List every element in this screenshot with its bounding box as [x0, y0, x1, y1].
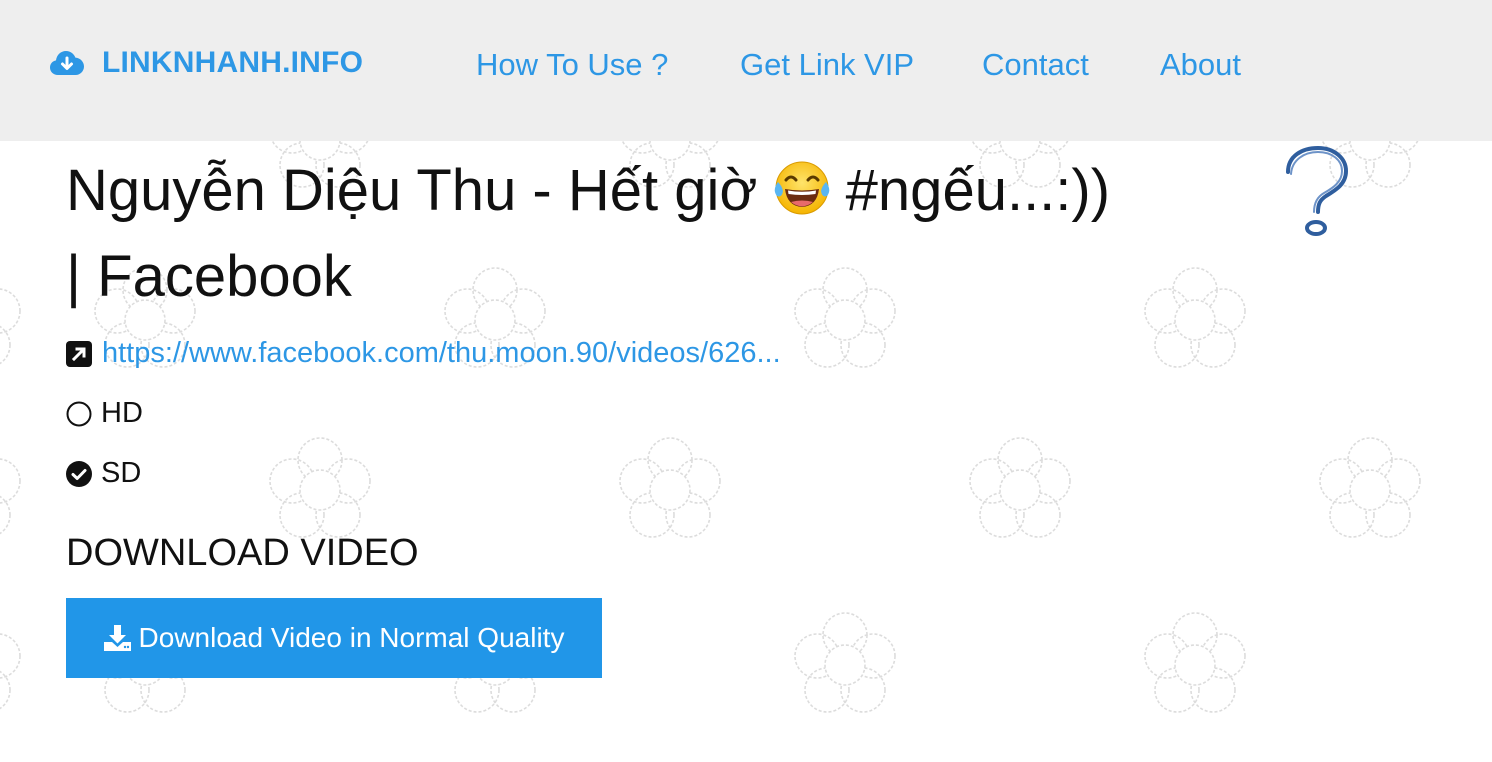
- brand-link[interactable]: LINKNHANH.INFO: [50, 46, 363, 80]
- brand-name: LINKNHANH.INFO: [102, 46, 364, 79]
- nav-get-link-vip[interactable]: Get Link VIP: [740, 47, 914, 83]
- check-circle-icon: [66, 460, 92, 487]
- external-link-icon: [66, 340, 92, 367]
- download-icon: [103, 625, 131, 651]
- download-button-label: Download Video in Normal Quality: [138, 622, 565, 653]
- video-url-row: https://www.facebook.com/thu.moon.90/vid…: [66, 337, 781, 370]
- video-title-part2: #ngếu...:)): [845, 158, 1111, 223]
- nav-about[interactable]: About: [1160, 47, 1241, 83]
- quality-option-hd[interactable]: HD: [66, 397, 143, 430]
- quality-option-sd[interactable]: SD: [66, 457, 141, 490]
- video-title-line2: | Facebook: [66, 244, 352, 309]
- video-url-link[interactable]: https://www.facebook.com/thu.moon.90/vid…: [102, 337, 781, 370]
- cloud-download-icon: [50, 51, 84, 75]
- download-section-title: DOWNLOAD VIDEO: [66, 532, 419, 574]
- download-normal-quality-button[interactable]: Download Video in Normal Quality: [66, 598, 602, 678]
- quality-label-sd: SD: [101, 457, 142, 489]
- quality-label-hd: HD: [101, 397, 143, 429]
- top-navbar: LINKNHANH.INFO How To Use ? Get Link VIP…: [0, 0, 1492, 141]
- page: LINKNHANH.INFO How To Use ? Get Link VIP…: [0, 0, 1492, 762]
- radio-unchecked-icon: [66, 401, 92, 426]
- nav-contact[interactable]: Contact: [982, 47, 1089, 83]
- question-mark-icon[interactable]: [1280, 146, 1352, 238]
- video-title-part1: Nguyễn Diệu Thu - Hết giờ: [66, 158, 758, 223]
- tears-of-joy-emoji-icon: [774, 161, 829, 215]
- nav-how-to-use[interactable]: How To Use ?: [476, 47, 668, 83]
- video-title: Nguyễn Diệu Thu - Hết giờ #ngếu...:)) | F…: [66, 148, 1226, 320]
